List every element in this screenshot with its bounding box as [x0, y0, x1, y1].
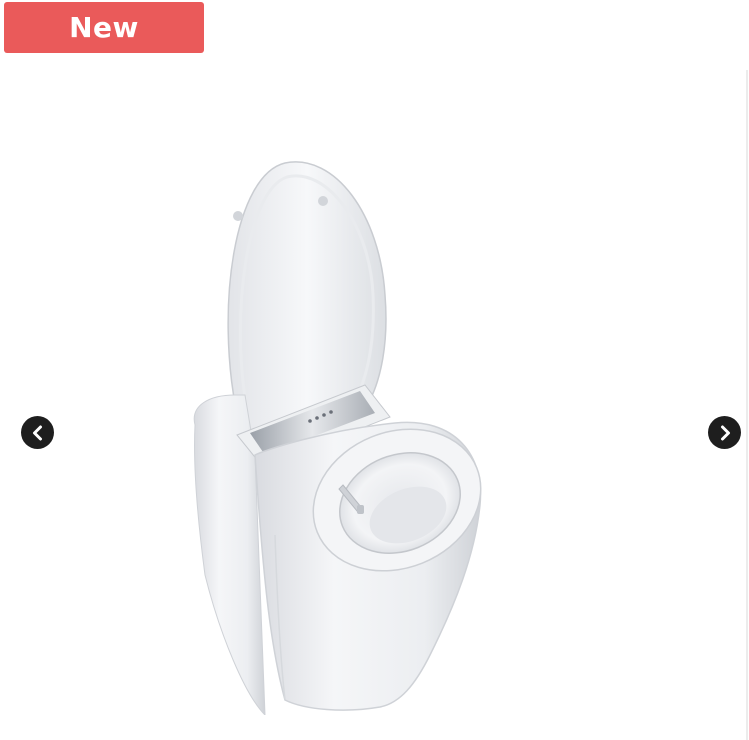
- chevron-left-icon: [32, 425, 42, 440]
- right-edge-divider: [746, 70, 748, 740]
- previous-image-button[interactable]: [21, 416, 54, 449]
- chevron-right-icon: [720, 425, 730, 440]
- next-image-button[interactable]: [708, 416, 741, 449]
- new-badge: New: [4, 2, 204, 53]
- product-image: [193, 161, 482, 715]
- product-image-viewer: New: [0, 0, 749, 740]
